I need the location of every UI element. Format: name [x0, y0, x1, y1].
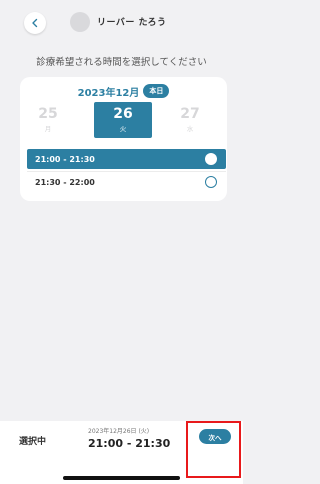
day-number: 25: [38, 106, 58, 122]
doctor-name: リーバー たろう: [97, 18, 167, 28]
home-indicator: [63, 476, 180, 480]
day-weekday: 月: [44, 125, 52, 133]
month-row: 2023年12月 本日: [20, 83, 227, 99]
selected-date: 2023年12月26日 (火): [88, 428, 150, 435]
day-27[interactable]: 27 水: [170, 102, 210, 138]
selected-time: 21:00 - 21:30: [88, 437, 171, 450]
highlight-box: [186, 421, 241, 478]
instruction-text: 診療希望される時間を選択してください: [36, 57, 207, 68]
day-26-selected[interactable]: 26 火: [94, 102, 152, 138]
header: リーバー たろう: [0, 0, 243, 48]
selected-label: 選択中: [19, 437, 47, 447]
back-button[interactable]: [24, 12, 46, 34]
day-number: 26: [113, 106, 133, 122]
schedule-card: 2023年12月 本日 25 月 26 火 27 水 21:00 - 21:30…: [20, 77, 227, 201]
time-slot-selected[interactable]: 21:00 - 21:30: [27, 149, 226, 169]
time-slot[interactable]: 21:30 - 22:00: [27, 172, 226, 192]
radio-checked-icon: [205, 153, 217, 165]
day-25[interactable]: 25 月: [28, 102, 68, 138]
day-weekday: 火: [119, 125, 127, 133]
avatar: [70, 12, 90, 32]
time-slot-label: 21:00 - 21:30: [35, 154, 95, 164]
day-weekday: 水: [186, 125, 194, 133]
radio-unchecked-icon: [205, 176, 217, 188]
time-slot-label: 21:30 - 22:00: [35, 177, 95, 187]
day-number: 27: [180, 106, 200, 122]
today-button[interactable]: 本日: [143, 84, 170, 98]
month-label: 2023年12月: [77, 87, 140, 99]
chevron-left-icon: [32, 18, 38, 28]
